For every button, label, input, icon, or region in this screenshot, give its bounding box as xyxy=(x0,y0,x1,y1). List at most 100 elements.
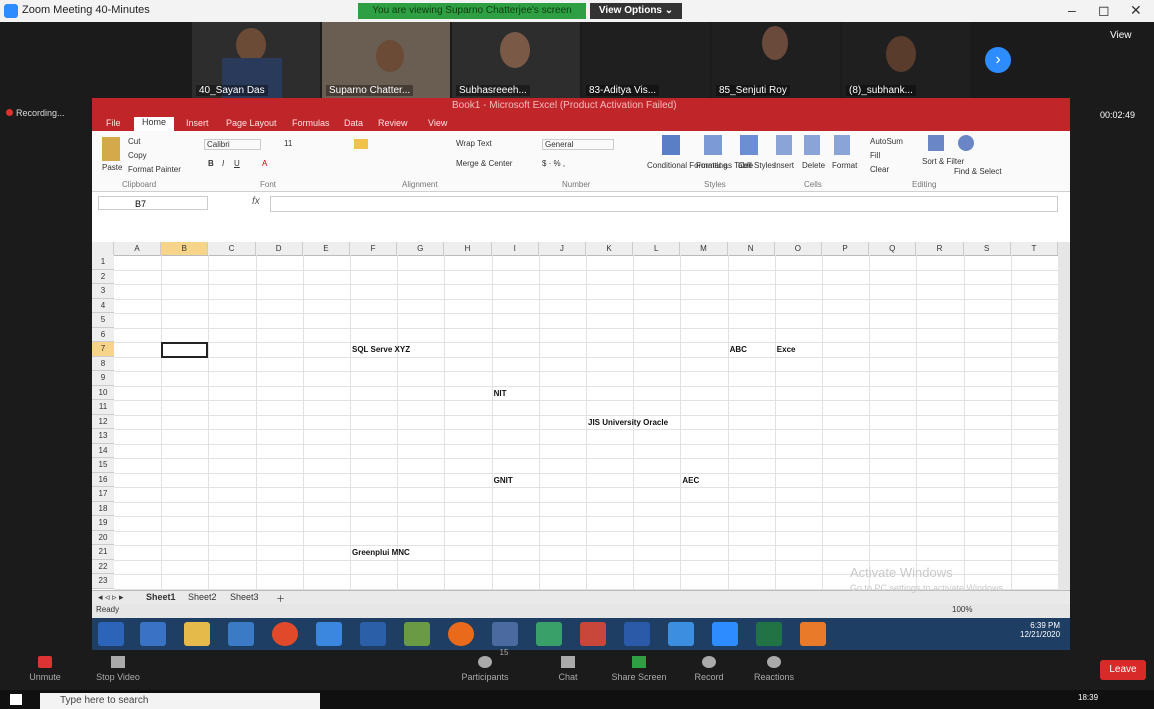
tab-formulas[interactable]: Formulas xyxy=(292,118,330,128)
select-all-corner[interactable] xyxy=(92,242,114,255)
security-icon[interactable] xyxy=(668,622,694,646)
formula-input[interactable] xyxy=(270,196,1058,212)
close-icon[interactable]: ✕ xyxy=(1130,2,1142,19)
row-header-19[interactable]: 19 xyxy=(92,516,114,531)
tab-view[interactable]: View xyxy=(428,118,447,128)
row-header-20[interactable]: 20 xyxy=(92,530,114,545)
participant-tile[interactable]: 40_Sayan Das xyxy=(192,22,320,98)
row-header-11[interactable]: 11 xyxy=(92,400,114,415)
copy-button[interactable]: Copy xyxy=(128,151,147,160)
app-icon[interactable] xyxy=(492,622,518,646)
paste-icon[interactable] xyxy=(102,137,120,161)
sort-filter-icon[interactable] xyxy=(928,135,944,151)
sort-filter-button[interactable]: Sort & Filter xyxy=(922,157,964,166)
row-header-14[interactable]: 14 xyxy=(92,443,114,458)
tab-insert[interactable]: Insert xyxy=(186,118,209,128)
cell-i10[interactable]: NIT xyxy=(494,389,507,398)
column-header-m[interactable]: M xyxy=(680,242,728,255)
conditional-formatting-icon[interactable] xyxy=(662,135,680,155)
column-header-k[interactable]: K xyxy=(586,242,634,255)
cell-f7[interactable]: SQL Serve XYZ xyxy=(352,345,410,354)
row-header-13[interactable]: 13 xyxy=(92,429,114,444)
row-header-5[interactable]: 5 xyxy=(92,313,114,328)
column-header-e[interactable]: E xyxy=(303,242,350,255)
column-header-h[interactable]: H xyxy=(444,242,492,255)
column-header-o[interactable]: O xyxy=(775,242,822,255)
powerpoint-icon[interactable] xyxy=(580,622,606,646)
column-header-q[interactable]: Q xyxy=(869,242,917,255)
column-header-c[interactable]: C xyxy=(208,242,256,255)
ie-icon[interactable] xyxy=(140,622,166,646)
column-header-g[interactable]: G xyxy=(397,242,445,255)
cell-styles-button[interactable]: Cell Styles xyxy=(738,161,776,170)
row-header-12[interactable]: 12 xyxy=(92,414,114,429)
next-page-arrow-icon[interactable]: › xyxy=(985,47,1011,73)
cell-o7[interactable]: Exce xyxy=(777,345,796,354)
minimize-icon[interactable]: – xyxy=(1068,2,1076,18)
sheet-tab-3[interactable]: Sheet3 xyxy=(230,592,259,602)
cell-styles-icon[interactable] xyxy=(740,135,758,155)
excel-icon[interactable] xyxy=(756,622,782,646)
row-header-18[interactable]: 18 xyxy=(92,501,114,516)
row-header-9[interactable]: 9 xyxy=(92,371,114,386)
row-header-23[interactable]: 23 xyxy=(92,574,114,589)
start-icon[interactable] xyxy=(98,622,124,646)
find-select-icon[interactable] xyxy=(958,135,974,151)
clear-button[interactable]: Clear xyxy=(870,165,889,174)
chat-button[interactable]: Chat xyxy=(548,650,588,682)
insert-cells-icon[interactable] xyxy=(776,135,792,155)
column-header-t[interactable]: T xyxy=(1011,242,1058,255)
stop-video-button[interactable]: Stop Video xyxy=(88,650,148,682)
row-header-16[interactable]: 16 xyxy=(92,472,114,487)
chrome-icon[interactable] xyxy=(272,622,298,646)
underline-button[interactable]: U xyxy=(234,159,240,168)
row-header-7[interactable]: 7 xyxy=(92,342,114,357)
row-header-10[interactable]: 10 xyxy=(92,385,114,400)
participant-tile[interactable]: 85_Senjuti Roy xyxy=(712,22,840,98)
participant-tile[interactable]: (8)_subhank... xyxy=(842,22,970,98)
edge-icon[interactable] xyxy=(316,622,342,646)
view-button[interactable]: View xyxy=(1110,30,1132,41)
cell-n7[interactable]: ABC xyxy=(730,345,747,354)
row-header-8[interactable]: 8 xyxy=(92,356,114,371)
row-header-21[interactable]: 21 xyxy=(92,545,114,560)
row-header-4[interactable]: 4 xyxy=(92,298,114,313)
number-format-select[interactable]: General xyxy=(542,139,615,150)
row-header-3[interactable]: 3 xyxy=(92,284,114,299)
row-header-6[interactable]: 6 xyxy=(92,327,114,342)
selected-cell[interactable] xyxy=(161,342,209,358)
column-header-s[interactable]: S xyxy=(964,242,1011,255)
row-header-22[interactable]: 22 xyxy=(92,559,114,574)
wrap-text-button[interactable]: Wrap Text xyxy=(456,139,492,148)
row-header-1[interactable]: 1 xyxy=(92,255,114,270)
app-icon[interactable] xyxy=(404,622,430,646)
tab-review[interactable]: Review xyxy=(378,118,408,128)
font-size-select[interactable]: 11 xyxy=(284,139,292,148)
insert-button[interactable]: Insert xyxy=(774,161,794,170)
format-button[interactable]: Format xyxy=(832,161,857,170)
cell-k12[interactable]: JIS University Oracle xyxy=(588,418,668,427)
column-header-n[interactable]: N xyxy=(728,242,775,255)
participant-tile[interactable]: 83-Aditya Vis... xyxy=(582,22,710,98)
view-options-button[interactable]: View Options ⌄ xyxy=(590,3,682,19)
maximize-icon[interactable]: ◻ xyxy=(1098,2,1110,19)
paste-label[interactable]: Paste xyxy=(102,163,122,172)
column-header-i[interactable]: I xyxy=(492,242,539,255)
share-screen-button[interactable]: Share Screen xyxy=(604,650,674,682)
taskbar-search-input[interactable]: Type here to search xyxy=(40,693,320,709)
italic-button[interactable]: I xyxy=(222,159,224,168)
column-header-a[interactable]: A xyxy=(114,242,162,255)
cell-i16[interactable]: GNIT xyxy=(494,476,513,485)
align-icon[interactable] xyxy=(354,139,368,149)
cell-f21[interactable]: Greenplui MNC xyxy=(352,548,410,557)
column-header-d[interactable]: D xyxy=(256,242,303,255)
app-icon[interactable] xyxy=(228,622,254,646)
windows-start-icon[interactable] xyxy=(10,694,22,705)
sheet-tab-2[interactable]: Sheet2 xyxy=(188,592,217,602)
tab-home[interactable]: Home xyxy=(134,117,175,131)
row-header-17[interactable]: 17 xyxy=(92,487,114,502)
participant-tile[interactable]: Suparno Chatter... xyxy=(322,22,450,98)
sheet-tab-1[interactable]: Sheet1 xyxy=(146,592,176,602)
bold-button[interactable]: B xyxy=(208,159,214,168)
fx-icon[interactable]: fx xyxy=(252,196,260,207)
